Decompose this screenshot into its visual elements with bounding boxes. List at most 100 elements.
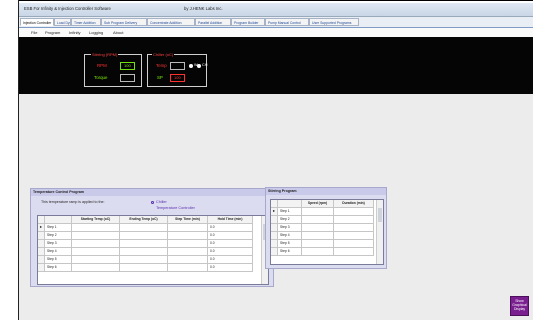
instrument-panel: Stirring (RPM) RPM 100 Torque Chiller (o… xyxy=(19,37,533,94)
cell-step-time[interactable] xyxy=(168,256,208,264)
option-chiller[interactable]: Chiller xyxy=(156,200,167,204)
show-graphical-display-button[interactable]: Show Graphical Display xyxy=(510,296,529,316)
tab-user-supported-programs[interactable]: User Supported Programs xyxy=(309,18,359,26)
chiller-group: Chiller (oC) Temp W CH SP 100 xyxy=(147,52,207,87)
cell-end-temp[interactable] xyxy=(120,248,168,256)
cell-start-temp[interactable] xyxy=(72,224,120,232)
row-name: Step 5 xyxy=(45,256,72,264)
stirring-grid-scrollbar[interactable] xyxy=(376,200,383,264)
row-marker xyxy=(271,248,278,256)
tab-timer-addition[interactable]: Timer Addition xyxy=(71,18,101,26)
cell-hold-time[interactable]: 0.0 xyxy=(208,264,253,272)
row-name: Step 6 xyxy=(278,248,302,256)
cell-duration[interactable] xyxy=(334,216,374,224)
window-title: ESB For Infinity & Injection Controller … xyxy=(24,6,111,11)
torque-label: Torque xyxy=(94,75,108,80)
chiller-sp-label: SP xyxy=(157,75,163,80)
stirring-group-title: Stirring (RPM) xyxy=(91,52,119,57)
row-name: Step 1 xyxy=(278,208,302,216)
temperature-program-title: Temperature Control Program xyxy=(31,189,273,196)
stirring-grid: Speed (rpm) Duration (min) ► Step 1 Step… xyxy=(270,199,384,265)
row-marker xyxy=(271,224,278,232)
row-marker xyxy=(38,232,45,240)
menu-file[interactable]: File xyxy=(31,29,37,36)
stirring-program-title: Stirring Program xyxy=(266,188,386,195)
cell-speed[interactable] xyxy=(302,240,334,248)
tab-program-builder[interactable]: Program Builder xyxy=(231,18,265,26)
torque-display xyxy=(120,74,135,82)
cell-speed[interactable] xyxy=(302,248,334,256)
menu-logging[interactable]: Logging xyxy=(89,29,103,36)
column-header-name xyxy=(278,200,302,208)
cell-hold-time[interactable]: 0.0 xyxy=(208,248,253,256)
cell-duration[interactable] xyxy=(334,248,374,256)
cell-hold-time[interactable]: 0.0 xyxy=(208,224,253,232)
chiller-temp-label: Temp xyxy=(156,63,167,68)
cell-end-temp[interactable] xyxy=(120,224,168,232)
scroll-thumb[interactable] xyxy=(378,208,382,222)
row-marker: ► xyxy=(38,224,45,232)
applied-to-text: This temperature ramp is applied to the: xyxy=(41,200,105,204)
cell-duration[interactable] xyxy=(334,208,374,216)
cell-speed[interactable] xyxy=(302,224,334,232)
option-temperature-controller[interactable]: Temperature Controller xyxy=(156,206,195,210)
radio-chiller-icon[interactable] xyxy=(151,201,154,204)
cell-step-time[interactable] xyxy=(168,264,208,272)
cell-duration[interactable] xyxy=(334,232,374,240)
cell-hold-time[interactable]: 0.0 xyxy=(208,256,253,264)
cell-step-time[interactable] xyxy=(168,232,208,240)
cell-speed[interactable] xyxy=(302,216,334,224)
radio-ch-icon[interactable] xyxy=(197,64,201,68)
row-marker xyxy=(38,256,45,264)
column-header-ending-temp: Ending Temp (oC) xyxy=(120,216,168,224)
row-marker xyxy=(271,216,278,224)
cell-end-temp[interactable] xyxy=(120,240,168,248)
cell-hold-time[interactable]: 0.0 xyxy=(208,240,253,248)
chiller-sp-value: 100 xyxy=(174,75,181,80)
row-name: Step 4 xyxy=(45,248,72,256)
left-strip xyxy=(0,0,19,320)
cell-duration[interactable] xyxy=(334,224,374,232)
app-window: ESB For Infinity & Injection Controller … xyxy=(19,3,533,320)
menu-infinity[interactable]: Infinity xyxy=(69,29,81,36)
column-header-step-time: Step Time (min) xyxy=(168,216,208,224)
cell-duration[interactable] xyxy=(334,240,374,248)
cell-start-temp[interactable] xyxy=(72,232,120,240)
menu-program[interactable]: Program xyxy=(45,29,60,36)
tab-sub-program-delivery[interactable]: Sub Program Delivery xyxy=(101,18,147,26)
cell-end-temp[interactable] xyxy=(120,232,168,240)
cell-start-temp[interactable] xyxy=(72,248,120,256)
cell-end-temp[interactable] xyxy=(120,264,168,272)
menu-about[interactable]: About xyxy=(113,29,123,36)
cell-step-time[interactable] xyxy=(168,240,208,248)
tab-pump-manual-control[interactable]: Pump Manual Control xyxy=(265,18,309,26)
row-name: Step 3 xyxy=(45,240,72,248)
row-marker xyxy=(271,240,278,248)
column-header-starting-temp: Starting Temp (oC) xyxy=(72,216,120,224)
tab-strip: Injection Controller Load Dye Timer Addi… xyxy=(19,17,533,28)
cell-end-temp[interactable] xyxy=(120,256,168,264)
cell-speed[interactable] xyxy=(302,208,334,216)
cell-start-temp[interactable] xyxy=(72,256,120,264)
row-marker xyxy=(271,232,278,240)
row-marker xyxy=(38,240,45,248)
cell-start-temp[interactable] xyxy=(72,240,120,248)
row-name: Step 6 xyxy=(45,264,72,272)
rpm-display: 100 xyxy=(120,62,135,70)
radio-w-icon[interactable] xyxy=(189,64,193,68)
rpm-label: RPM xyxy=(97,63,107,68)
column-header-hold-time: Hold Time (min) xyxy=(208,216,253,224)
cell-start-temp[interactable] xyxy=(72,264,120,272)
tab-injection-controller[interactable]: Injection Controller xyxy=(20,18,54,26)
row-marker xyxy=(38,264,45,272)
tab-concentrate-addition[interactable]: Concentrate Addition xyxy=(147,18,195,26)
cell-speed[interactable] xyxy=(302,232,334,240)
cell-step-time[interactable] xyxy=(168,248,208,256)
stirring-group: Stirring (RPM) RPM 100 Torque xyxy=(84,52,142,87)
tab-load-dye[interactable]: Load Dye xyxy=(54,18,71,26)
column-header-duration: Duration (min) xyxy=(334,200,374,208)
row-marker: ► xyxy=(271,208,278,216)
cell-step-time[interactable] xyxy=(168,224,208,232)
cell-hold-time[interactable]: 0.0 xyxy=(208,232,253,240)
tab-parallel-addition[interactable]: Parallel Addition xyxy=(195,18,231,26)
